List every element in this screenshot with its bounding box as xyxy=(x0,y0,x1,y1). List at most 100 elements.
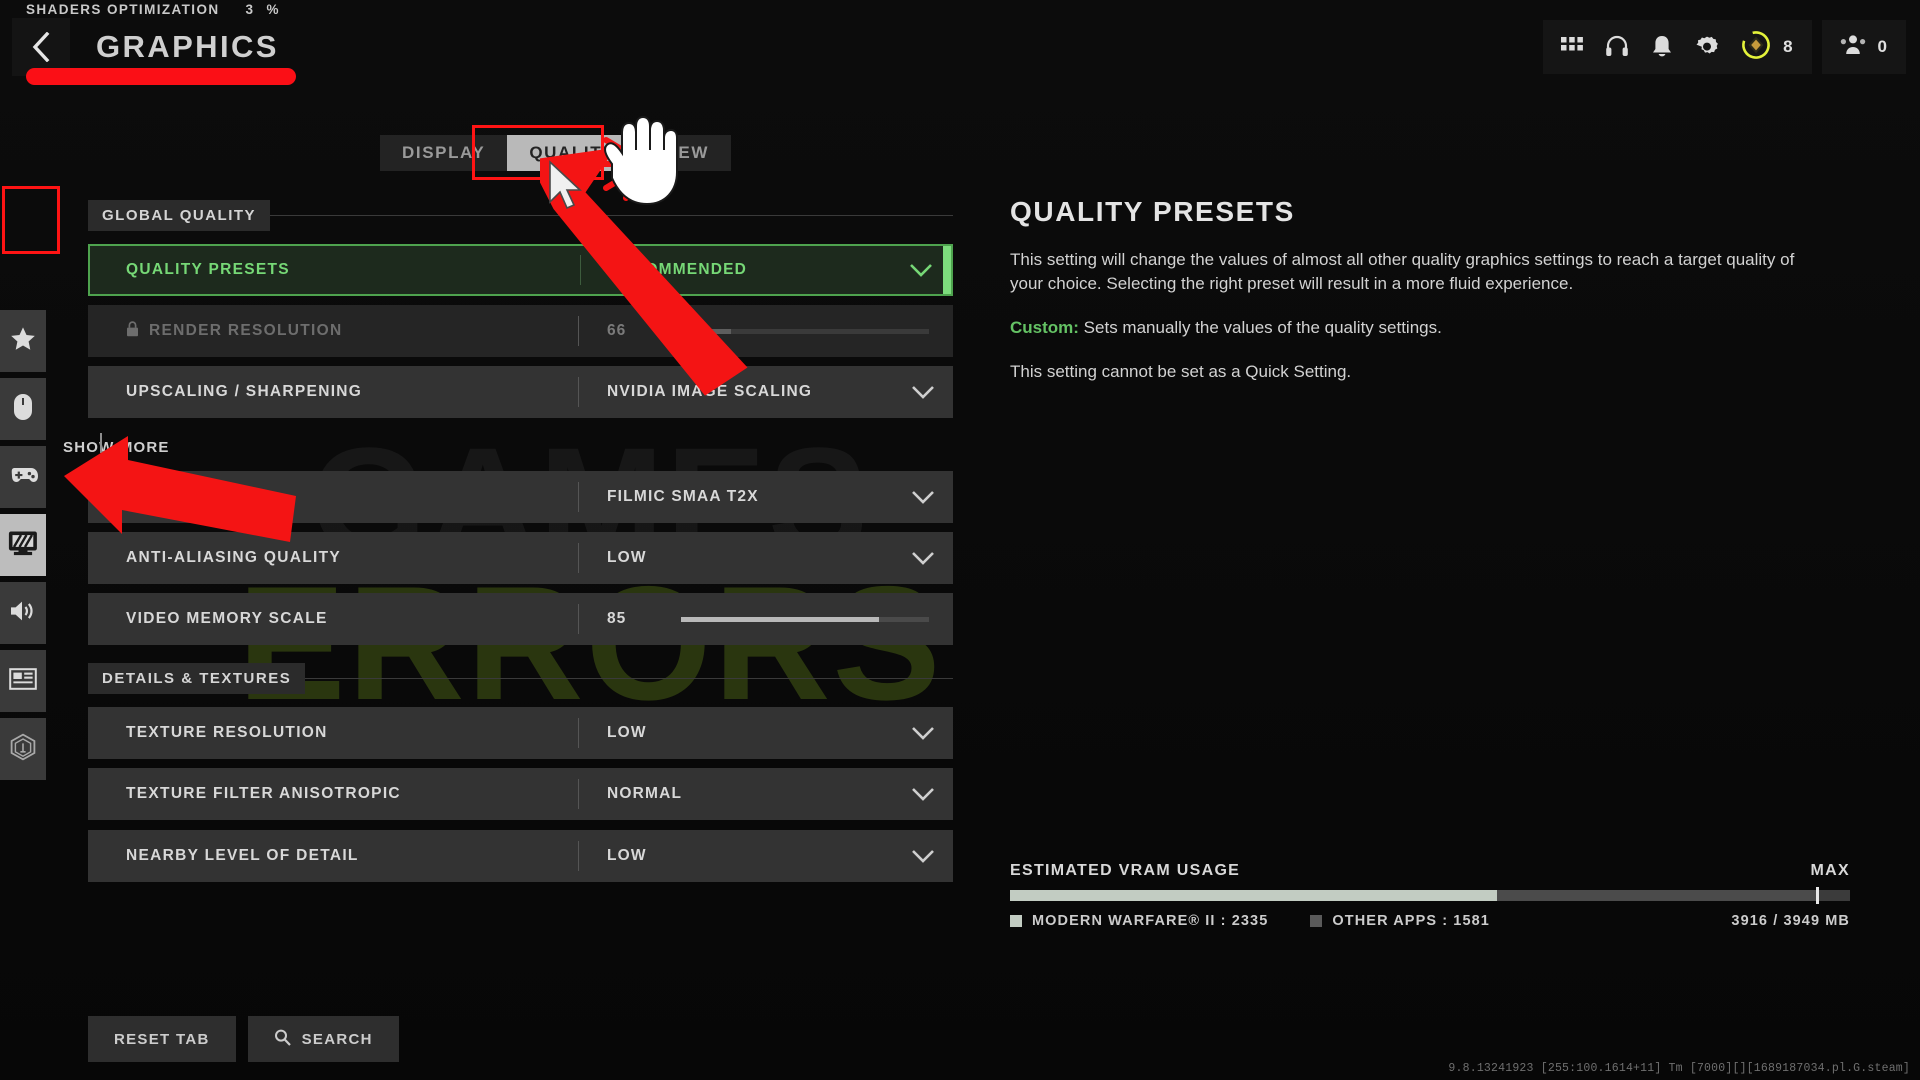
setting-row-quality-presets[interactable]: QUALITY PRESETS RECOMMENDED xyxy=(88,244,953,296)
graphics-settings-screen: SHADERS OPTIMIZATION 3 % GRAPHICS 8 0 DI… xyxy=(0,0,1920,1080)
chevron-down-icon[interactable] xyxy=(893,490,953,504)
vram-segment-game xyxy=(1010,890,1498,901)
sidebar-item-graphics[interactable] xyxy=(0,514,46,576)
setting-row-render-resolution: RENDER RESOLUTION 66 xyxy=(88,305,953,357)
slider-value-wrap: 85 xyxy=(579,610,953,628)
chevron-down-icon[interactable] xyxy=(891,263,951,277)
layout-icon xyxy=(9,667,37,695)
tab-display[interactable]: DISPLAY xyxy=(380,135,507,171)
setting-value: NORMAL xyxy=(607,785,683,802)
sidebar-item-mouse-keyboard[interactable] xyxy=(0,378,46,440)
sidebar-item-favorites[interactable] xyxy=(0,310,46,372)
setting-label-wrap: RENDER RESOLUTION xyxy=(88,320,578,342)
section-header-details-textures: DETAILS & TEXTURES xyxy=(88,662,953,694)
setting-row-texture-filter-anisotropic[interactable]: TEXTURE FILTER ANISOTROPIC NORMAL xyxy=(88,768,953,820)
gamepad-icon xyxy=(7,464,39,491)
gear-icon[interactable] xyxy=(1695,35,1719,59)
detail-keyword-desc: Sets manually the values of the quality … xyxy=(1078,318,1442,338)
setting-value: 66 xyxy=(607,322,627,339)
legend-swatch xyxy=(1310,915,1323,927)
video-memory-slider[interactable] xyxy=(681,616,929,622)
search-icon xyxy=(274,1029,291,1050)
detail-keyword: Custom: xyxy=(1010,318,1079,338)
legend-label: OTHER APPS : 1581 xyxy=(1332,913,1490,929)
party-display[interactable]: 0 xyxy=(1840,34,1888,61)
apps-grid-icon[interactable] xyxy=(1561,36,1583,58)
setting-label: UPSCALING / SHARPENING xyxy=(126,383,363,400)
setting-label: QUALITY PRESETS xyxy=(126,261,290,278)
speaker-icon xyxy=(9,599,37,628)
detail-paragraph-1: This setting will change the values of a… xyxy=(1010,250,1795,294)
setting-row-show-more[interactable]: SHOW MORE xyxy=(63,427,953,467)
title-underline-annotation xyxy=(26,68,296,85)
setting-row-upscaling-sharpening[interactable]: UPSCALING / SHARPENING NVIDIA IMAGE SCAL… xyxy=(88,366,953,418)
tab-quality[interactable]: QUALITY xyxy=(507,135,638,171)
reset-tab-button[interactable]: RESET TAB xyxy=(88,1016,236,1062)
sidebar-item-account[interactable] xyxy=(0,718,46,780)
setting-value: FILMIC SMAA T2X xyxy=(607,488,759,505)
chevron-down-icon[interactable] xyxy=(893,787,953,801)
chevron-down-icon[interactable] xyxy=(893,849,953,863)
star-icon xyxy=(10,326,36,357)
monitor-icon xyxy=(8,530,38,561)
reset-tab-label: RESET TAB xyxy=(114,1030,210,1048)
legend-label: MODERN WARFARE® II : 2335 xyxy=(1032,913,1269,929)
vram-usage-panel: ESTIMATED VRAM USAGE MAX MODERN WARFARE®… xyxy=(1010,862,1850,929)
footer-buttons: RESET TAB SEARCH xyxy=(88,1016,399,1062)
mouse-icon xyxy=(13,393,33,426)
vram-max-marker xyxy=(1816,887,1820,904)
headset-icon[interactable] xyxy=(1605,35,1629,59)
setting-row-video-memory-scale[interactable]: VIDEO MEMORY SCALE 85 xyxy=(88,593,953,645)
shaders-optimization-unit: % xyxy=(266,2,280,17)
setting-row-anti-aliasing[interactable]: ANTI-ALIASING FILMIC SMAA T2X xyxy=(88,471,953,523)
selection-indicator xyxy=(943,246,951,294)
shaders-optimization-value: 3 xyxy=(245,2,255,17)
setting-label: RENDER RESOLUTION xyxy=(149,322,343,339)
sidebar-item-audio[interactable] xyxy=(0,582,46,644)
party-count: 0 xyxy=(1877,37,1888,56)
shaders-optimization-label: SHADERS OPTIMIZATION xyxy=(26,2,220,17)
sidebar-item-controller[interactable] xyxy=(0,446,46,508)
setting-value: NVIDIA IMAGE SCALING xyxy=(607,383,813,400)
setting-value: LOW xyxy=(607,847,647,864)
legend-item-other: OTHER APPS : 1581 xyxy=(1310,913,1490,929)
currency-display[interactable]: 8 xyxy=(1741,30,1793,65)
chevron-down-icon[interactable] xyxy=(893,726,953,740)
legend-swatch xyxy=(1010,915,1022,927)
setting-row-anti-aliasing-quality[interactable]: ANTI-ALIASING QUALITY LOW xyxy=(88,532,953,584)
section-header-global-quality: GLOBAL QUALITY xyxy=(88,199,953,231)
chevron-left-icon xyxy=(31,32,51,62)
bell-icon[interactable] xyxy=(1651,35,1673,59)
chevron-down-icon[interactable] xyxy=(893,551,953,565)
header-icon-group: 8 xyxy=(1543,20,1812,74)
setting-value: LOW xyxy=(607,549,647,566)
slider-fill xyxy=(681,328,731,334)
section-title: DETAILS & TEXTURES xyxy=(88,662,306,694)
party-group: 0 xyxy=(1821,20,1906,74)
search-button[interactable]: SEARCH xyxy=(247,1016,399,1062)
vram-bar xyxy=(1010,887,1850,904)
detail-paragraph-3: This setting cannot be set as a Quick Se… xyxy=(1010,362,1352,382)
radar-icon xyxy=(9,733,37,766)
setting-value: RECOMMENDED xyxy=(609,261,748,278)
currency-value: 8 xyxy=(1783,37,1794,56)
party-members-icon xyxy=(1840,34,1866,61)
graphics-tab-highlight-annotation xyxy=(2,186,60,254)
setting-row-texture-resolution[interactable]: TEXTURE RESOLUTION LOW xyxy=(88,707,953,759)
vram-title: ESTIMATED VRAM USAGE xyxy=(1010,862,1241,879)
setting-label: VIDEO MEMORY SCALE xyxy=(126,610,328,627)
page-title: GRAPHICS xyxy=(96,29,279,64)
detail-title: QUALITY PRESETS xyxy=(1010,196,1295,227)
tab-view[interactable]: VIEW xyxy=(637,135,731,171)
cod-points-icon xyxy=(1741,30,1771,65)
sidebar-item-interface[interactable] xyxy=(0,650,46,712)
chevron-down-icon[interactable] xyxy=(893,385,953,399)
setting-label: ANTI-ALIASING xyxy=(126,488,259,505)
setting-row-nearby-level-of-detail[interactable]: NEARBY LEVEL OF DETAIL LOW xyxy=(88,830,953,882)
settings-list: GLOBAL QUALITY QUALITY PRESETS RECOMMEND… xyxy=(63,199,953,891)
render-resolution-slider xyxy=(681,328,929,334)
category-rail xyxy=(0,310,46,780)
setting-label: ANTI-ALIASING QUALITY xyxy=(126,549,342,566)
header-right-cluster: 8 0 xyxy=(1543,20,1906,74)
vram-segment-other xyxy=(1497,890,1817,901)
